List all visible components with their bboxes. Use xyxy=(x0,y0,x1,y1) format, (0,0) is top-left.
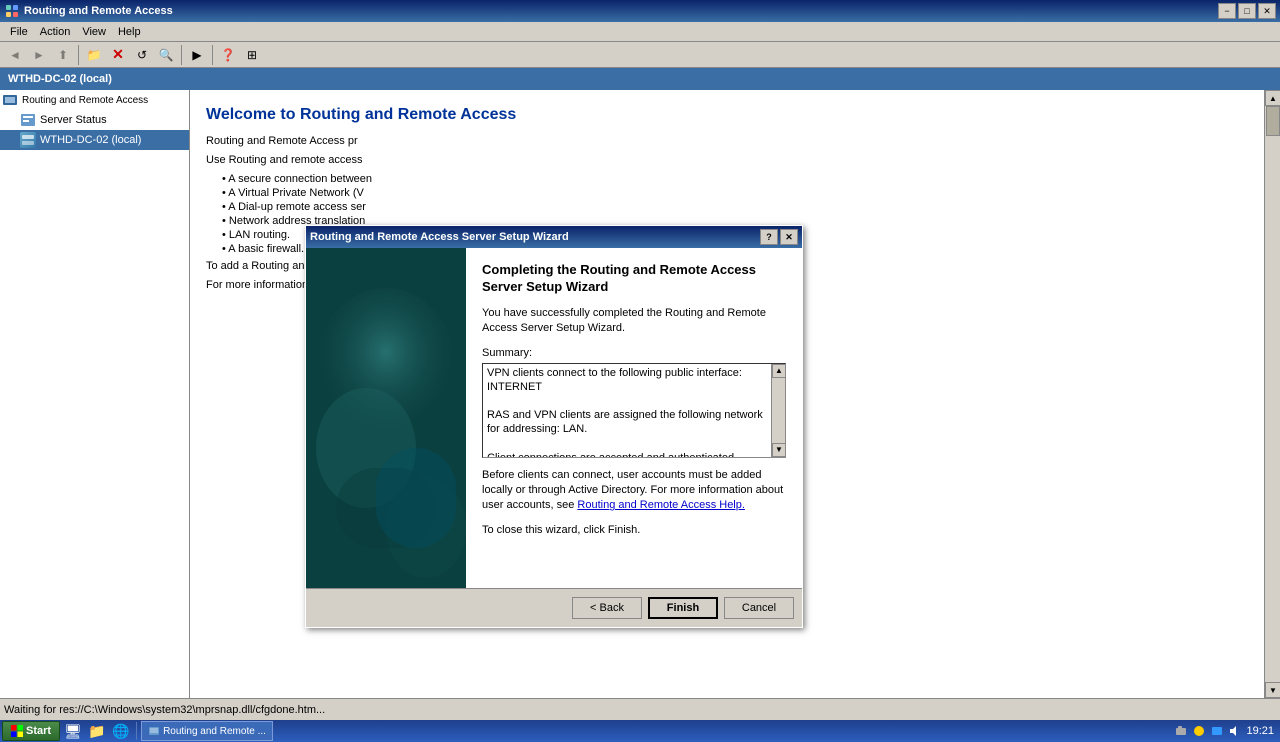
summary-scroll-down[interactable]: ▼ xyxy=(772,443,786,457)
toolbar-separator-3 xyxy=(212,45,213,65)
summary-line-5: Client connections are accepted and auth… xyxy=(487,451,765,458)
content-title: Welcome to Routing and Remote Access xyxy=(206,106,1248,124)
start-icon xyxy=(11,725,23,737)
scroll-down-arrow[interactable]: ▼ xyxy=(1265,682,1280,698)
toolbar-separator-1 xyxy=(78,45,79,65)
wizard-title-controls: ? ✕ xyxy=(760,229,798,245)
wizard-left-panel xyxy=(306,248,466,588)
sidebar-root-icon xyxy=(2,92,18,108)
taskbar-app-icon xyxy=(148,725,160,737)
sidebar-server-label: WTHD-DC-02 (local) xyxy=(40,134,141,146)
taskbar-system-tray: 19:21 xyxy=(1174,724,1278,738)
close-button[interactable]: ✕ xyxy=(1258,3,1276,19)
finish-button[interactable]: Finish xyxy=(648,597,718,619)
bullet-2: • A Virtual Private Network (V xyxy=(222,187,1248,199)
volume-icon xyxy=(1228,724,1242,738)
summary-scrollbar[interactable]: ▲ ▼ xyxy=(771,364,785,457)
cancel-button[interactable]: Cancel xyxy=(724,597,794,619)
help-button[interactable]: ❓ xyxy=(217,44,239,66)
wizard-close-note: To close this wizard, click Finish. xyxy=(482,524,786,536)
sidebar: Routing and Remote Access Server Status xyxy=(0,90,190,698)
forward-button[interactable]: ► xyxy=(28,44,50,66)
window-title: Routing and Remote Access xyxy=(24,5,173,17)
wizard-help-btn[interactable]: ? xyxy=(760,229,778,245)
header-bar: WTHD-DC-02 (local) xyxy=(0,68,1280,90)
scroll-track xyxy=(1265,106,1280,682)
header-title: WTHD-DC-02 (local) xyxy=(8,73,112,85)
sidebar-item-status[interactable]: Server Status xyxy=(0,110,189,130)
menu-file[interactable]: File xyxy=(4,24,34,40)
taskbar-time: 19:21 xyxy=(1246,725,1274,737)
start-button[interactable]: Start xyxy=(2,721,60,741)
wizard-close-btn[interactable]: ✕ xyxy=(780,229,798,245)
properties-button[interactable]: ⊞ xyxy=(241,44,263,66)
wizard-note: Before clients can connect, user account… xyxy=(482,468,786,514)
wizard-title-bar: Routing and Remote Access Server Setup W… xyxy=(306,226,802,248)
wizard-footer: < Back Finish Cancel xyxy=(306,588,802,627)
scroll-up-arrow[interactable]: ▲ xyxy=(1265,90,1280,106)
tray-icon-3 xyxy=(1210,724,1224,738)
sidebar-root-label: Routing and Remote Access xyxy=(22,95,148,106)
wizard-summary-label: Summary: xyxy=(482,347,786,359)
bullet-1: • A secure connection between xyxy=(222,173,1248,185)
start-label: Start xyxy=(26,725,51,737)
open-button[interactable]: 📁 xyxy=(83,44,105,66)
main-area: Routing and Remote Access Server Status xyxy=(0,90,1280,698)
taskbar-icon-3[interactable]: 🌐 xyxy=(110,720,132,742)
menu-bar: File Action View Help xyxy=(0,22,1280,42)
summary-line-3: RAS and VPN clients are assigned the fol… xyxy=(487,408,765,437)
wizard-note-link[interactable]: Routing and Remote Access Help. xyxy=(577,499,745,511)
bullet-3: • A Dial-up remote access ser xyxy=(222,201,1248,213)
sidebar-status-label: Server Status xyxy=(40,114,107,126)
summary-line-4 xyxy=(487,441,765,447)
taskbar-icon-2[interactable]: 📁 xyxy=(86,720,108,742)
action-button-1[interactable]: ▶ xyxy=(186,44,208,66)
minimize-button[interactable]: − xyxy=(1218,3,1236,19)
title-bar: Routing and Remote Access − □ ✕ xyxy=(0,0,1280,22)
main-scrollbar[interactable]: ▲ ▼ xyxy=(1264,90,1280,698)
taskbar-app-button[interactable]: Routing and Remote ... xyxy=(141,721,273,741)
wizard-body: Completing the Routing and Remote Access… xyxy=(306,248,802,588)
wizard-main-title: Completing the Routing and Remote Access… xyxy=(482,262,786,296)
wizard-dialog: Routing and Remote Access Server Setup W… xyxy=(305,225,803,628)
taskbar-icon-1[interactable]: 🖥 xyxy=(62,720,84,742)
summary-line-2 xyxy=(487,398,765,404)
sidebar-status-icon xyxy=(20,112,36,128)
sidebar-item-root[interactable]: Routing and Remote Access xyxy=(0,90,189,110)
scroll-thumb[interactable] xyxy=(1266,106,1280,136)
refresh-button[interactable]: ↺ xyxy=(131,44,153,66)
app-icon xyxy=(4,3,20,19)
maximize-button[interactable]: □ xyxy=(1238,3,1256,19)
sidebar-item-server[interactable]: WTHD-DC-02 (local) xyxy=(0,130,189,150)
toolbar: ◄ ► ⬆ 📁 ✕ ↺ 🔍 ▶ ❓ ⊞ xyxy=(0,42,1280,68)
content-para-2: Use Routing and remote access xyxy=(206,153,1248,168)
wizard-title-text: Routing and Remote Access Server Setup W… xyxy=(310,231,569,243)
tray-icon-1 xyxy=(1174,724,1188,738)
export-button[interactable]: 🔍 xyxy=(155,44,177,66)
back-button[interactable]: ◄ xyxy=(4,44,26,66)
content-para-1: Routing and Remote Access pr xyxy=(206,134,1248,149)
wizard-right-panel: Completing the Routing and Remote Access… xyxy=(466,248,802,588)
status-bar: Waiting for res://C:\Windows\system32\mp… xyxy=(0,698,1280,720)
menu-action[interactable]: Action xyxy=(34,24,77,40)
delete-button[interactable]: ✕ xyxy=(107,44,129,66)
wizard-success-text: You have successfully completed the Rout… xyxy=(482,306,786,337)
menu-help[interactable]: Help xyxy=(112,24,147,40)
taskbar-separator xyxy=(136,722,137,740)
up-button[interactable]: ⬆ xyxy=(52,44,74,66)
menu-view[interactable]: View xyxy=(76,24,112,40)
sidebar-server-icon xyxy=(20,132,36,148)
taskbar-app-label: Routing and Remote ... xyxy=(163,726,266,737)
back-button[interactable]: < Back xyxy=(572,597,642,619)
toolbar-separator-2 xyxy=(181,45,182,65)
summary-scroll-up[interactable]: ▲ xyxy=(772,364,786,378)
tray-icon-2 xyxy=(1192,724,1206,738)
wizard-summary-box[interactable]: VPN clients connect to the following pub… xyxy=(482,363,786,458)
status-text: Waiting for res://C:\Windows\system32\mp… xyxy=(4,704,325,716)
taskbar: Start 🖥 📁 🌐 Routing and Remote ... 19:21 xyxy=(0,720,1280,742)
summary-line-1: VPN clients connect to the following pub… xyxy=(487,366,765,395)
